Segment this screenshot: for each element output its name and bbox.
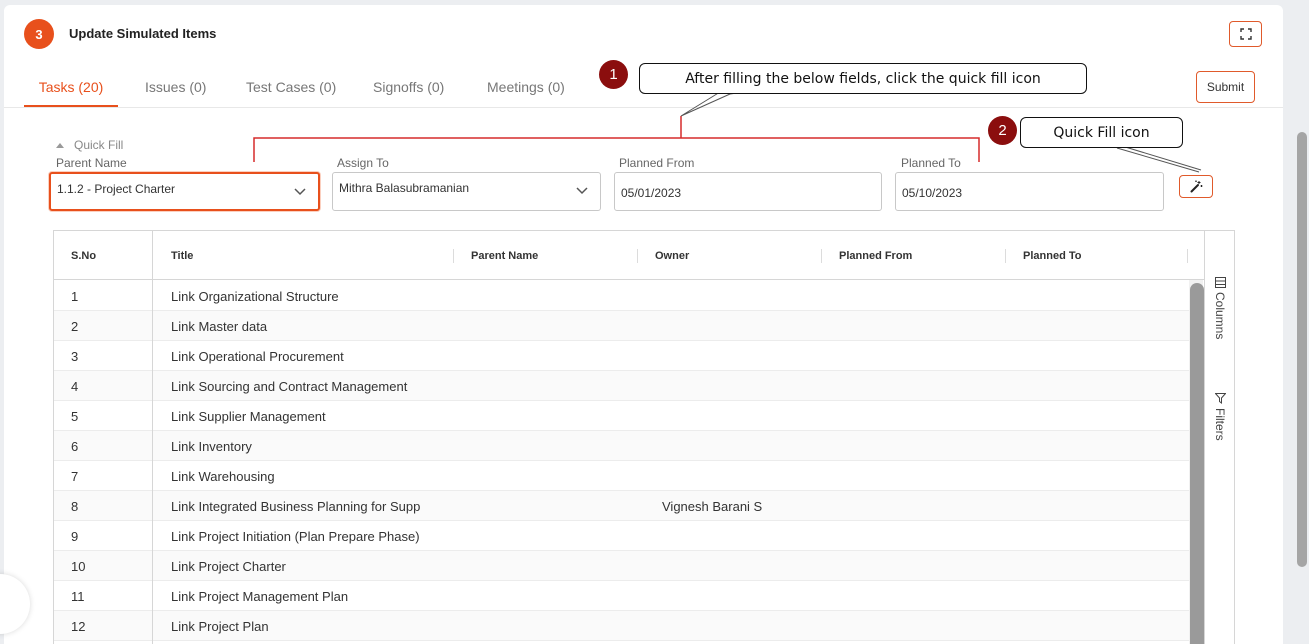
cell-title: Link Master data [171, 319, 268, 334]
column-header-title[interactable]: Title [171, 250, 193, 262]
chevron-down-icon [294, 188, 306, 196]
tasks-grid: S.No Title Parent Name Owner Planned Fro… [53, 230, 1235, 644]
cell-title: Link Supplier Management [171, 409, 326, 424]
cell-title: Link Integrated Business Planning for Su… [171, 499, 421, 514]
grid-side-panel: Columns Filters [1204, 231, 1234, 644]
cell-title: Link Organizational Structure [171, 289, 339, 304]
planned-to-value: 05/10/2023 [902, 186, 963, 200]
magic-wand-icon [1190, 180, 1202, 193]
cell-sno: 8 [71, 499, 79, 514]
planned-from-label: Planned From [619, 156, 695, 170]
planned-to-label: Planned To [901, 156, 961, 170]
annotation-callout-1: After filling the below fields, click th… [639, 63, 1087, 94]
cell-title: Link Project Initiation (Plan Prepare Ph… [171, 529, 420, 544]
cell-title: Link Warehousing [171, 469, 275, 484]
submit-button[interactable]: Submit [1196, 71, 1255, 103]
column-separator[interactable] [637, 249, 638, 263]
annotation-step-1: 1 [599, 60, 628, 89]
table-row[interactable]: 7 Link Warehousing [54, 461, 1189, 491]
column-header-sno[interactable]: S.No [71, 250, 96, 262]
table-row[interactable]: 12 Link Project Plan [54, 611, 1189, 641]
table-row[interactable]: 3 Link Operational Procurement [54, 341, 1189, 371]
filter-icon [1214, 393, 1226, 404]
cell-sno: 7 [71, 469, 79, 484]
planned-from-value: 05/01/2023 [621, 186, 682, 200]
parent-name-select[interactable]: 1.1.2 - Project Charter [49, 172, 320, 211]
table-row[interactable]: 8 Link Integrated Business Planning for S… [54, 491, 1189, 521]
table-row[interactable]: 5 Link Supplier Management [54, 401, 1189, 431]
cell-sno: 2 [71, 319, 79, 334]
columns-icon [1214, 277, 1226, 288]
column-separator[interactable] [1005, 249, 1006, 263]
table-row[interactable]: 4 Link Sourcing and Contract Management [54, 371, 1189, 401]
planned-from-input[interactable]: 05/01/2023 [614, 172, 882, 211]
cell-title: Link Operational Procurement [171, 349, 344, 364]
caret-up-icon [56, 143, 64, 148]
column-header-parent-name[interactable]: Parent Name [471, 250, 538, 262]
filters-label: Filters [1213, 408, 1227, 441]
grid-header: S.No Title Parent Name Owner Planned Fro… [54, 231, 1204, 280]
cell-owner: Vignesh Barani S [662, 499, 763, 514]
columns-panel-button[interactable]: Columns [1213, 277, 1227, 339]
annotation-callout-2: Quick Fill icon [1020, 117, 1183, 148]
table-row[interactable]: 10 Link Project Charter [54, 551, 1189, 581]
assign-to-label: Assign To [337, 156, 389, 170]
cell-sno: 11 [71, 589, 85, 604]
cell-sno: 3 [71, 349, 79, 364]
column-header-planned-from[interactable]: Planned From [839, 250, 912, 262]
cell-title: Link Sourcing and Contract Management [171, 379, 408, 394]
column-separator[interactable] [821, 249, 822, 263]
step-badge: 3 [24, 19, 54, 49]
planned-to-input[interactable]: 05/10/2023 [895, 172, 1164, 211]
grid-scrollbar-thumb[interactable] [1190, 283, 1204, 644]
chevron-down-icon [576, 187, 588, 195]
fullscreen-icon [1239, 28, 1252, 40]
page-title: Update Simulated Items [69, 26, 217, 41]
cell-sno: 4 [71, 379, 79, 394]
cell-title: Link Project Plan [171, 619, 269, 634]
quick-fill-toggle[interactable]: Quick Fill [56, 138, 123, 152]
cell-sno: 6 [71, 439, 79, 454]
filters-panel-button[interactable]: Filters [1213, 393, 1227, 441]
column-separator[interactable] [453, 249, 454, 263]
column-header-owner[interactable]: Owner [655, 250, 689, 262]
tab-tasks[interactable]: Tasks (20) [24, 70, 118, 107]
tab-issues[interactable]: Issues (0) [145, 70, 206, 107]
tab-test-cases[interactable]: Test Cases (0) [246, 70, 336, 107]
tab-meetings[interactable]: Meetings (0) [487, 70, 565, 107]
assign-to-value: Mithra Balasubramanian [339, 181, 470, 195]
table-row[interactable]: 11 Link Project Management Plan [54, 581, 1189, 611]
column-header-planned-to[interactable]: Planned To [1023, 250, 1081, 262]
quick-fill-label: Quick Fill [74, 138, 124, 152]
page-scrollbar-thumb[interactable] [1297, 132, 1307, 567]
table-row[interactable]: 2 Link Master data [54, 311, 1189, 341]
parent-name-value: 1.1.2 - Project Charter [57, 182, 176, 196]
assign-to-select[interactable]: Mithra Balasubramanian [332, 172, 601, 211]
tab-signoffs[interactable]: Signoffs (0) [373, 70, 444, 107]
annotation-step-2: 2 [988, 116, 1017, 145]
cell-title: Link Inventory [171, 439, 252, 454]
fullscreen-button[interactable] [1229, 21, 1262, 47]
cell-sno: 10 [71, 559, 86, 574]
table-row[interactable]: 9 Link Project Initiation (Plan Prepare P… [54, 521, 1189, 551]
table-row[interactable]: 6 Link Inventory [54, 431, 1189, 461]
columns-label: Columns [1213, 292, 1227, 340]
cell-sno: 5 [71, 409, 79, 424]
cell-sno: 1 [71, 289, 79, 304]
column-separator[interactable] [1187, 249, 1188, 263]
cell-sno: 12 [71, 619, 86, 634]
table-row[interactable]: 1 Link Organizational Structure [54, 281, 1189, 311]
tabs-divider [4, 107, 1283, 108]
cell-title: Link Project Charter [171, 559, 286, 574]
column-divider [152, 231, 153, 644]
cell-title: Link Project Management Plan [171, 589, 349, 604]
parent-name-label: Parent Name [56, 156, 127, 170]
quick-fill-button[interactable] [1179, 175, 1213, 198]
cell-sno: 9 [71, 529, 79, 544]
